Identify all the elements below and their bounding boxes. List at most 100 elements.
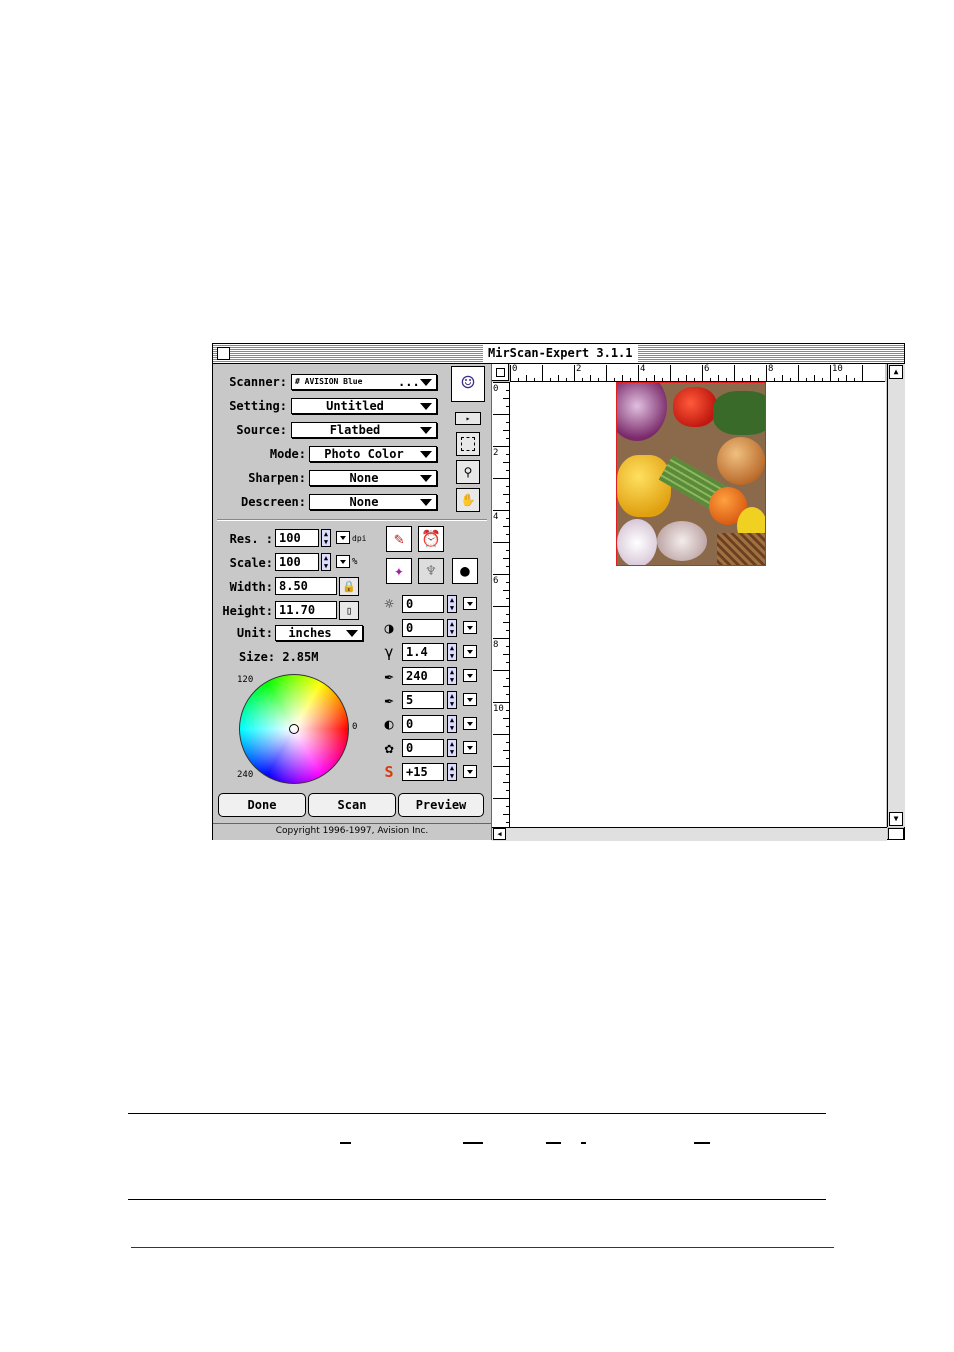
adjust-popup[interactable] (463, 645, 477, 658)
wheel-label-right: 0 (352, 722, 358, 732)
horizontal-scrollbar[interactable]: ◀ (492, 827, 904, 841)
adjust-popup[interactable] (463, 717, 477, 730)
scanner-select[interactable]: # AVISION Blue ... (291, 374, 437, 390)
midtone-icon: ◐ (384, 715, 394, 733)
ruler-tick (862, 365, 863, 381)
scan-preview-image[interactable] (616, 382, 766, 566)
adjust-field[interactable]: 0 (402, 739, 444, 757)
expand-arrow-icon[interactable]: ▸ (455, 412, 481, 425)
ruler-corner[interactable] (492, 364, 509, 381)
scale-stepper[interactable]: ▲ ▼ (321, 553, 331, 571)
adjust-stepper[interactable]: ▲ ▼ (447, 595, 457, 613)
adjust-stepper[interactable]: ▲ ▼ (447, 715, 457, 733)
ruler-tick (506, 406, 509, 407)
ruler-tick (790, 378, 791, 381)
scanner-tool-icon[interactable]: ✎ (386, 526, 412, 552)
ruler-tick (506, 390, 509, 391)
veg-basket (717, 533, 765, 565)
adjust-popup[interactable] (463, 669, 477, 682)
adjust-field[interactable]: 0 (402, 715, 444, 733)
scroll-left-arrow[interactable]: ◀ (493, 828, 506, 840)
unit-select[interactable]: inches (275, 625, 363, 641)
descreen-select[interactable]: None (309, 494, 437, 510)
setting-label: Setting: (229, 399, 287, 413)
ruler-tick (654, 375, 655, 381)
scroll-down-arrow[interactable]: ▼ (889, 812, 903, 826)
sharpen-select[interactable]: None (309, 470, 437, 486)
adjust-stepper[interactable]: ▲ ▼ (447, 691, 457, 709)
adjust-popup[interactable] (463, 765, 477, 778)
adjust-popup[interactable] (463, 741, 477, 754)
marquee-tool-icon[interactable] (456, 432, 480, 456)
silhouette-icon[interactable]: ● (452, 558, 478, 584)
copyright-bar: Copyright 1996-1997, Avision Inc. (213, 823, 491, 840)
res-label: Res. : (229, 532, 273, 546)
scan-button[interactable]: Scan (308, 793, 396, 817)
resize-grip[interactable] (888, 828, 904, 840)
chevron-down-icon (420, 403, 432, 410)
scroll-up-arrow[interactable]: ▲ (889, 365, 903, 379)
title-bar[interactable]: MirScan-Expert 3.1.1 (213, 344, 904, 364)
gamma-icon: γ (384, 643, 394, 661)
ruler-tick (503, 430, 509, 431)
adjust-field[interactable]: 240 (402, 667, 444, 685)
adjust-popup[interactable] (463, 693, 477, 706)
left-ruler-label: 4 (493, 512, 499, 522)
vertical-scrollbar[interactable]: ▲ ▼ (887, 364, 905, 827)
timer-tool-icon[interactable]: ⏰ (418, 526, 444, 552)
done-button[interactable]: Done (218, 793, 306, 817)
res-stepper[interactable]: ▲ ▼ (321, 529, 331, 547)
adjust-stepper[interactable]: ▲ ▼ (447, 739, 457, 757)
adjust-popup[interactable] (463, 621, 477, 634)
ruler-tick (542, 365, 543, 381)
res-field[interactable]: 100 (275, 529, 319, 547)
scale-popup[interactable] (336, 555, 350, 568)
source-select[interactable]: Flatbed (291, 422, 437, 438)
ruler-tick (506, 678, 509, 679)
adjust-stepper[interactable]: ▲ ▼ (447, 763, 457, 781)
setting-select[interactable]: Untitled (291, 398, 437, 414)
height-label: Height: (222, 604, 273, 618)
wheel-label-top: 120 (237, 675, 254, 685)
ruler-tick (854, 378, 855, 381)
width-field[interactable]: 8.50 (275, 577, 337, 595)
size-readout: Size: 2.85M (239, 650, 319, 664)
height-field[interactable]: 11.70 (275, 601, 337, 619)
scale-field[interactable]: 100 (275, 553, 319, 571)
hand-tool-icon[interactable]: ✋ (456, 488, 480, 512)
adjust-field[interactable]: +15 (402, 763, 444, 781)
ruler-tick (506, 662, 509, 663)
res-popup[interactable] (336, 531, 350, 544)
lock-icon[interactable]: 🔒 (339, 577, 359, 596)
ruler-tick (838, 378, 839, 381)
adjust-field[interactable]: 5 (402, 691, 444, 709)
page-icon[interactable]: ▯ (339, 601, 359, 620)
preview-area[interactable] (510, 382, 886, 827)
adjust-stepper[interactable]: ▲ ▼ (447, 643, 457, 661)
color-wheel[interactable] (239, 674, 349, 784)
chevron-down-icon (420, 499, 432, 506)
adjust-stepper[interactable]: ▲ ▼ (447, 619, 457, 637)
magic-wand-icon[interactable]: ✦ (386, 558, 412, 584)
preview-button[interactable]: Preview (398, 793, 484, 817)
doc-dash-3 (546, 1142, 561, 1144)
zoom-tool-icon[interactable]: ⚲ (456, 460, 480, 484)
adjust-field[interactable]: 1.4 (402, 643, 444, 661)
adjust-field[interactable]: 0 (402, 595, 444, 613)
window-title: MirScan-Expert 3.1.1 (483, 345, 638, 362)
ruler-tick (493, 606, 509, 607)
ruler-tick (566, 378, 567, 381)
filter-tool-icon[interactable]: ♆ (418, 558, 444, 584)
setting-value: Untitled (326, 399, 384, 413)
adjust-stepper[interactable]: ▲ ▼ (447, 667, 457, 685)
ruler-tick (774, 378, 775, 381)
shadow-eyedropper-icon: ✒ (384, 691, 394, 709)
ruler-tick (493, 542, 509, 543)
adjust-popup[interactable] (463, 597, 477, 610)
ruler-tick (506, 726, 509, 727)
adjust-field[interactable]: 0 (402, 619, 444, 637)
mode-select[interactable]: Photo Color (309, 446, 437, 462)
ruler-tick (766, 365, 767, 381)
close-box[interactable] (217, 347, 230, 360)
ruler-tick (662, 378, 663, 381)
